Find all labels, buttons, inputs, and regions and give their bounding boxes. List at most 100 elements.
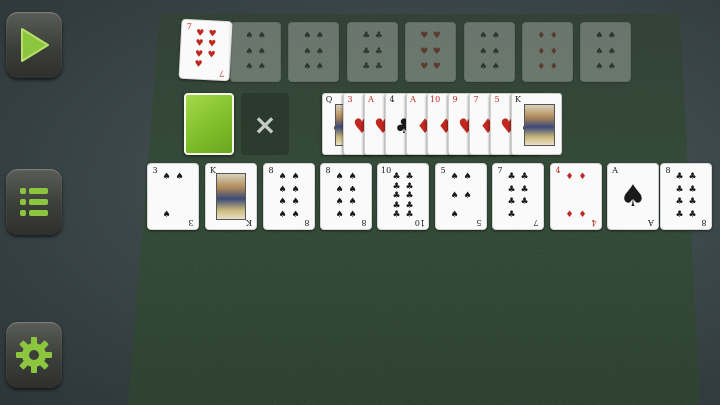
suit-pip: ♠ xyxy=(335,172,344,182)
suit-pip: ♠ xyxy=(607,62,616,72)
suit-pip: ♦ xyxy=(565,210,574,220)
face-card-portrait xyxy=(524,104,555,146)
suit-pips: ♠ ♠ ♠ ♠ ♠ ♠ xyxy=(477,32,502,72)
suit-pip: ♣ xyxy=(374,62,383,72)
menu-list-icon xyxy=(20,188,48,216)
suit-pip: ♣ xyxy=(675,184,684,195)
suit-pip: ♣ xyxy=(405,210,414,220)
suit-pip: ♥ xyxy=(208,29,217,40)
suit-pip: ♣ xyxy=(688,184,697,195)
suit-pip: ♠ xyxy=(162,172,171,182)
tableau-card[interactable]: 10 10 ♣ ♣ ♣ ♣ ♣ ♣ ♣ ♣ ♣ ♣ xyxy=(377,163,429,230)
stock-pile[interactable] xyxy=(184,93,234,155)
foundation-card[interactable]: 7 7 ♥ ♥ ♥ ♥ ♥ ♥ ♥ xyxy=(178,18,233,82)
suit-pip: ♣ xyxy=(362,62,371,72)
tableau-card[interactable]: 8 8 ♠ ♠ ♠ ♠ ♠ ♠ ♠ ♠ xyxy=(320,163,372,230)
suit-pip: ♣ xyxy=(675,197,684,208)
suit-pip: ♥ xyxy=(432,46,441,57)
card-rank: K xyxy=(515,95,521,104)
suit-pip: ♠ xyxy=(278,172,287,182)
suit-pip: ♥ xyxy=(432,62,441,72)
menu-button[interactable] xyxy=(6,169,62,235)
suit-pip: ♣ xyxy=(688,197,697,208)
suit-pip: ♠ xyxy=(619,179,647,214)
card-corner-index: 8 xyxy=(267,166,275,175)
tableau-card[interactable]: 5 5 ♠ ♠ ♠ ♠ ♠ xyxy=(435,163,487,230)
suit-pip: ♠ xyxy=(491,31,500,41)
suit-pip: ♠ xyxy=(175,172,184,182)
suit-pip: ♠ xyxy=(463,172,472,182)
card-rank: 8 xyxy=(325,166,331,175)
settings-button[interactable] xyxy=(6,322,62,388)
suit-pip: ♠ xyxy=(245,31,254,41)
suit-pip: ♠ xyxy=(291,172,300,182)
discard-slot[interactable]: × xyxy=(241,93,289,155)
card-corner-index-bottom: 3 xyxy=(188,218,194,227)
foundation-slot-placeholder[interactable]: ♦ ♦ ♦ ♦ ♦ ♦ xyxy=(522,22,573,82)
suit-pip: ♠ xyxy=(335,209,344,220)
suit-pip: ♠ xyxy=(315,31,324,41)
tableau-card[interactable]: 8 8 ♣ ♣ ♣ ♣ ♣ ♣ ♣ ♣ xyxy=(660,163,712,230)
suit-pip: ♠ xyxy=(303,31,312,41)
foundation-slot-placeholder[interactable]: ♥ ♥ ♥ ♥ ♥ ♥ xyxy=(405,22,456,82)
suit-pip: ♣ xyxy=(688,172,697,182)
foundation-slot-placeholder[interactable]: ♠ ♠ ♠ ♠ ♠ ♠ xyxy=(580,22,631,82)
card-corner-index: 4 xyxy=(554,166,562,175)
foundation-slot-placeholder[interactable]: ♠ ♠ ♠ ♠ ♠ ♠ xyxy=(230,22,281,82)
suit-pips: ♠ ♠ ♠ ♠ ♠ ♠ xyxy=(593,32,618,72)
suit-pip: ♣ xyxy=(507,172,516,182)
tableau-card[interactable]: 3 3 ♠ ♠ ♠ xyxy=(147,163,199,230)
suit-pip: ♠ xyxy=(303,46,312,57)
suit-pips: ♠ ♠ ♠ ♠ ♠ ♠ ♠ ♠ xyxy=(333,173,359,220)
play-button[interactable] xyxy=(6,12,62,78)
suit-pip: ♠ xyxy=(491,62,500,72)
suit-pip: ♠ xyxy=(257,62,266,72)
tableau-card[interactable]: 8 8 ♠ ♠ ♠ ♠ ♠ ♠ ♠ ♠ xyxy=(263,163,315,230)
suit-pips: ♣ ♣ ♣ ♣ ♣ ♣ xyxy=(360,32,385,72)
tableau-card[interactable]: 7 7 ♣ ♣ ♣ ♣ ♣ ♣ ♣ xyxy=(492,163,544,230)
tableau-card[interactable]: KK xyxy=(205,163,257,230)
card-rank: 3 xyxy=(152,166,158,175)
suit-pip: ♠ xyxy=(595,31,604,41)
suit-pips: ♠ ♠ ♠ ♠ ♠ ♠ ♠ ♠ xyxy=(276,173,302,220)
card-corner-index-bottom: K xyxy=(246,218,252,227)
suit-pip: ♥ xyxy=(207,49,216,61)
suit-pip: ♠ xyxy=(348,209,357,220)
suit-pip: ♠ xyxy=(162,210,171,220)
suit-pip: ♣ xyxy=(392,210,401,220)
suit-pip: ♠ xyxy=(291,209,300,220)
foundation-slot-placeholder[interactable]: ♠ ♠ ♠ ♠ ♠ ♠ xyxy=(288,22,339,82)
suit-pip: ♠ xyxy=(595,62,604,72)
suit-pip: ♣ xyxy=(688,209,697,220)
suit-pip: ♣ xyxy=(392,172,401,182)
suit-pip: ♠ xyxy=(595,46,604,57)
suit-pip: ♦ xyxy=(537,62,546,72)
suit-pip: ♣ xyxy=(675,209,684,220)
suit-pip: ♠ xyxy=(315,46,324,57)
card-corner-index: 10 xyxy=(381,166,391,175)
suit-pip: ♣ xyxy=(507,209,516,220)
suit-pip: ♠ xyxy=(278,197,287,208)
tableau-card[interactable]: A A ♠ xyxy=(607,163,659,230)
card-rank: 7 xyxy=(186,21,192,32)
suit-pip: ♠ xyxy=(245,62,254,72)
foundation-slot-placeholder[interactable]: ♣ ♣ ♣ ♣ ♣ ♣ xyxy=(347,22,398,82)
close-icon: × xyxy=(253,107,277,141)
suit-pip: ♠ xyxy=(479,62,488,72)
suit-pip: ♥ xyxy=(207,39,217,50)
card-rank: 8 xyxy=(268,166,274,175)
suit-pip: ♣ xyxy=(392,191,401,201)
card-rank: 5 xyxy=(494,95,500,104)
card-rank: 10 xyxy=(430,95,441,104)
tableau-card[interactable]: 4 4 ♦ ♦ ♦ ♦ xyxy=(550,163,602,230)
card-corner-index: 7 xyxy=(185,22,193,31)
card-rank: 4 xyxy=(555,166,561,175)
foundation-slot-placeholder[interactable]: ♠ ♠ ♠ ♠ ♠ ♠ xyxy=(464,22,515,82)
suit-pip: ♥ xyxy=(432,31,441,41)
suit-pip: ♠ xyxy=(479,31,488,41)
suit-pips: ♣ ♣ ♣ ♣ ♣ ♣ ♣ ♣ ♣ ♣ xyxy=(390,173,416,220)
suit-pips: ♠ ♠ ♠ xyxy=(160,173,186,220)
suit-pip: ♥ xyxy=(420,62,429,72)
waste-card[interactable]: K♣ xyxy=(511,93,562,155)
card-rank: A xyxy=(410,95,416,104)
